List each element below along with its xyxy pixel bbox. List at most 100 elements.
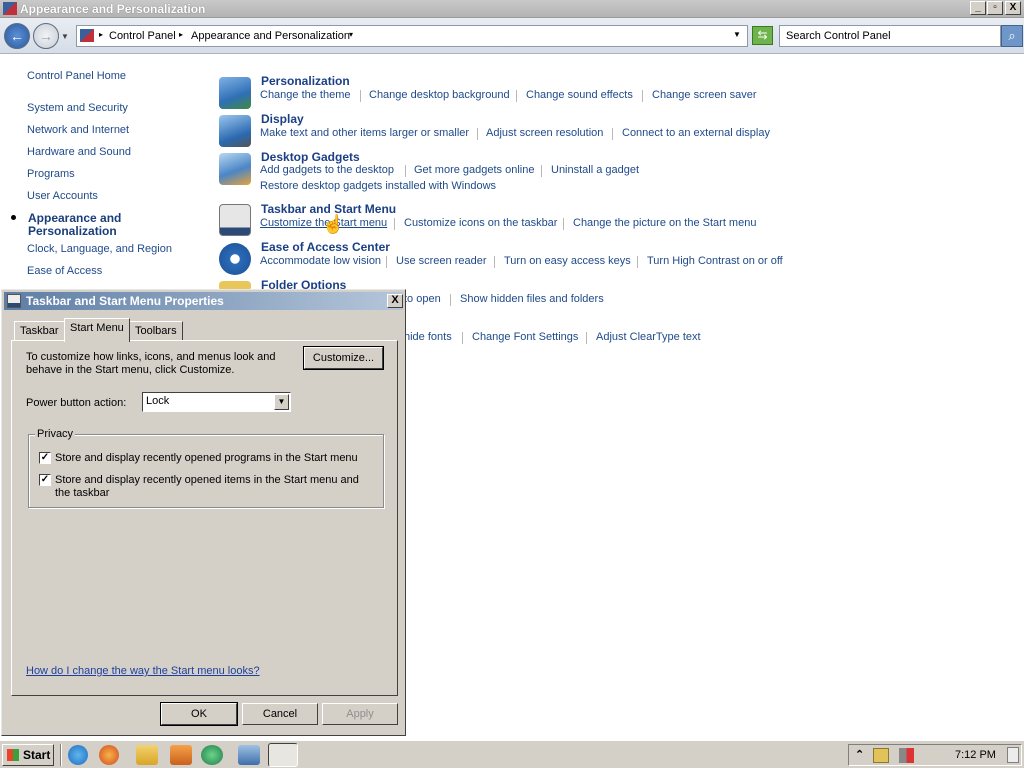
sidebar-item-appearance-line2[interactable]: Personalization [28,225,117,238]
link-text-size[interactable]: Make text and other items larger or smal… [260,127,469,139]
sidebar-item-hardware[interactable]: Hardware and Sound [27,146,131,158]
sidebar-item-ease-of-access[interactable]: Ease of Access [27,265,102,277]
firefox-icon[interactable] [99,745,119,765]
help-link[interactable]: How do I change the way the Start menu l… [26,665,260,677]
taskbar-properties-dialog: Taskbar and Start Menu Properties X Task… [1,289,406,736]
taskbar: Start ⌃ 7:12 PM [0,740,1024,768]
breadcrumb-chevron-icon[interactable]: ▸ [99,30,103,39]
recent-pages-chevron-icon[interactable]: ▼ [61,32,69,41]
link-more-gadgets[interactable]: Get more gadgets online [414,164,534,176]
minimize-button[interactable]: _ [970,1,986,15]
link-external-display[interactable]: Connect to an external display [622,127,770,139]
link-high-contrast[interactable]: Turn High Contrast on or off [647,255,783,267]
sidebar-item-programs[interactable]: Programs [27,168,75,180]
link-screen-reader[interactable]: Use screen reader [396,255,487,267]
ease-of-access-icon[interactable] [219,243,251,275]
dialog-title-bar[interactable]: Taskbar and Start Menu Properties X [4,292,403,310]
forward-button[interactable]: → [33,23,59,49]
refresh-icon: ⇆ [757,28,768,42]
tab-start-menu[interactable]: Start Menu [64,318,130,342]
separator [462,332,463,344]
separator [386,256,387,268]
tab-taskbar[interactable]: Taskbar [14,321,65,341]
separator [541,165,542,177]
link-folder-open-partial[interactable]: to open [404,293,441,305]
power-button-label: Power button action: [26,397,127,409]
taskbar-icon[interactable] [219,204,251,236]
clock[interactable]: 7:12 PM [955,749,996,761]
breadcrumb-chevron-icon[interactable]: ▾ [349,30,353,39]
link-low-vision[interactable]: Accommodate low vision [260,255,381,267]
link-change-font-settings[interactable]: Change Font Settings [472,331,578,343]
taskbar-properties-window-button[interactable] [268,743,298,767]
close-button[interactable]: X [1005,1,1021,15]
network-tray-icon[interactable] [873,748,889,763]
checkbox-recent-programs-label[interactable]: Store and display recently opened progra… [55,452,358,465]
show-desktop-icon[interactable] [1007,747,1019,763]
link-restore-gadgets[interactable]: Restore desktop gadgets installed with W… [260,180,496,192]
media-player-icon[interactable] [170,745,192,765]
power-button-select[interactable]: Lock ▼ [142,392,291,412]
checkbox-recent-items[interactable]: ✓ [39,474,51,486]
power-button-value: Lock [146,395,170,407]
separator [360,90,361,102]
link-change-desktop-background[interactable]: Change desktop background [369,89,510,101]
category-title-ease-of-access[interactable]: Ease of Access Center [261,240,390,254]
category-title-gadgets[interactable]: Desktop Gadgets [261,150,360,164]
search-button[interactable]: ⌕ [1001,25,1023,47]
folder-icon[interactable] [136,745,158,765]
cancel-button[interactable]: Cancel [242,703,318,725]
search-input[interactable]: Search Control Panel [779,25,1001,47]
category-title-display[interactable]: Display [261,112,304,126]
sidebar-item-network[interactable]: Network and Internet [27,124,129,136]
tab-toolbars[interactable]: Toolbars [129,321,183,341]
maximize-button[interactable]: ▫ [987,1,1003,15]
privacy-group: Privacy ✓ Store and display recently ope… [28,428,384,508]
refresh-button[interactable]: ⇆ [752,26,773,45]
link-adjust-cleartype[interactable]: Adjust ClearType text [596,331,701,343]
link-show-hidden-files[interactable]: Show hidden files and folders [460,293,604,305]
link-customize-taskbar-icons[interactable]: Customize icons on the taskbar [404,217,557,229]
internet-explorer-icon[interactable] [68,745,88,765]
sidebar-item-system-security[interactable]: System and Security [27,102,128,114]
display-icon[interactable] [219,115,251,147]
tray-chevron-icon[interactable]: ⌃ [855,748,864,761]
checkbox-recent-items-label-line2[interactable]: the taskbar [55,487,109,500]
link-change-theme[interactable]: Change the theme [260,89,351,101]
address-dropdown-icon[interactable]: ▼ [733,30,741,39]
link-hide-fonts-partial[interactable]: hide fonts [404,331,452,343]
link-change-screen-saver[interactable]: Change screen saver [652,89,757,101]
category-title-personalization[interactable]: Personalization [261,74,350,88]
link-easy-access-keys[interactable]: Turn on easy access keys [504,255,631,267]
dialog-close-button[interactable]: X [387,294,403,308]
personalization-icon[interactable] [219,77,251,109]
search-icon: ⌕ [1008,28,1016,43]
address-box[interactable]: ▸ Control Panel ▸ Appearance and Persona… [76,25,748,47]
privacy-legend: Privacy [35,428,76,440]
breadcrumb-appearance[interactable]: Appearance and Personalization [191,30,350,42]
link-screen-resolution[interactable]: Adjust screen resolution [486,127,603,139]
sidebar-item-clock-language[interactable]: Clock, Language, and Region [27,243,172,255]
window-title: Appearance and Personalization [20,2,206,16]
network-app-icon[interactable] [201,745,223,765]
sidebar-item-user-accounts[interactable]: User Accounts [27,190,98,202]
checkbox-recent-items-label-line1[interactable]: Store and display recently opened items … [55,474,359,487]
start-button[interactable]: Start [2,744,54,766]
breadcrumb-chevron-icon[interactable]: ▸ [179,30,183,39]
gadgets-icon[interactable] [219,153,251,185]
back-button[interactable]: ← [4,23,30,49]
checkbox-recent-programs[interactable]: ✓ [39,452,51,464]
link-change-start-picture[interactable]: Change the picture on the Start menu [573,217,756,229]
volume-muted-icon[interactable] [899,748,914,763]
customize-button[interactable]: Customize... [303,346,384,370]
sidebar-home[interactable]: Control Panel Home [27,70,126,82]
ok-button[interactable]: OK [160,702,238,726]
description-line1: To customize how links, icons, and menus… [26,351,276,363]
control-panel-taskbar-icon[interactable] [238,745,260,765]
breadcrumb-control-panel[interactable]: Control Panel [109,30,176,42]
link-add-gadgets[interactable]: Add gadgets to the desktop [260,164,394,176]
link-change-sound-effects[interactable]: Change sound effects [526,89,633,101]
dropdown-arrow-icon[interactable]: ▼ [274,394,289,410]
apply-button[interactable]: Apply [322,703,398,725]
link-uninstall-gadget[interactable]: Uninstall a gadget [551,164,639,176]
